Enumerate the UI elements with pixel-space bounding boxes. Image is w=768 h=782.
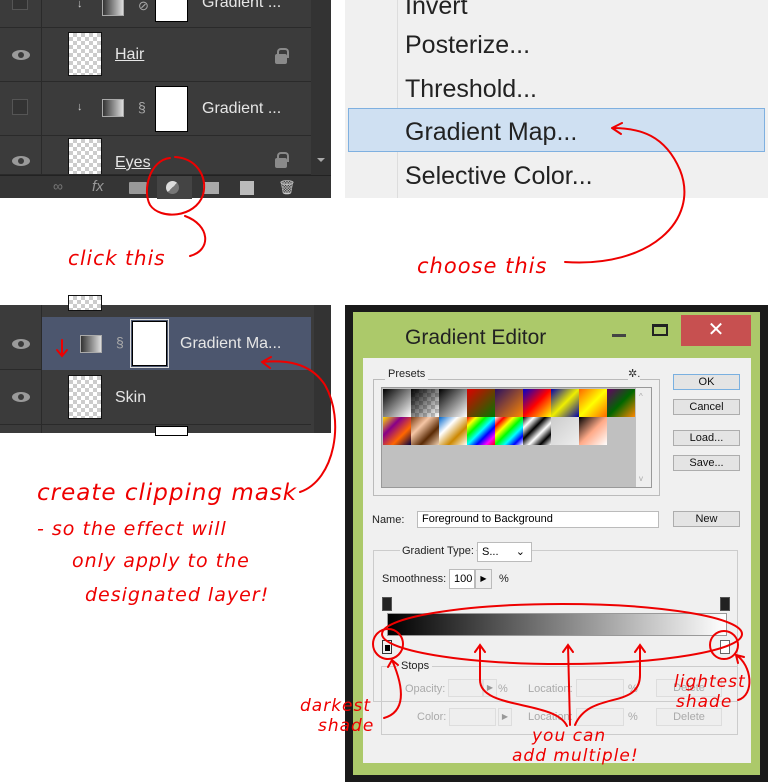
- clip-down-arrow: [56, 339, 68, 358]
- annotation-darkest: darkest: [300, 696, 372, 716]
- annotation-clip-line2: - so the effect will: [37, 518, 227, 540]
- darkest-circle: [372, 628, 404, 660]
- annotation-clip-line4: designated layer!: [85, 584, 270, 606]
- annotation-you-can: you can: [532, 726, 607, 746]
- annotation-clip-line1: create clipping mask: [37, 480, 298, 506]
- annotation-click-this: click this: [68, 246, 166, 270]
- annotation-darkest-shade: shade: [318, 716, 375, 736]
- circle-adjustment-button: [145, 156, 206, 216]
- gradient-ellipse: [381, 603, 743, 665]
- annotation-clip-line3: only apply to the: [72, 550, 250, 572]
- annotation-add-multiple: add multiple!: [512, 746, 639, 766]
- clip-arrow: [261, 356, 337, 493]
- darkest-arrow: [383, 659, 402, 719]
- choose-arrow: [564, 122, 686, 264]
- annotation-lightest-shade: shade: [676, 692, 733, 712]
- annotation-lightest: lightest: [674, 672, 746, 692]
- annotation-choose-this: choose this: [417, 254, 548, 278]
- annotation-strokes: [56, 122, 751, 727]
- click-arrow: [184, 215, 207, 257]
- multiple-arrows: [474, 643, 646, 727]
- lightest-circle: [709, 630, 739, 660]
